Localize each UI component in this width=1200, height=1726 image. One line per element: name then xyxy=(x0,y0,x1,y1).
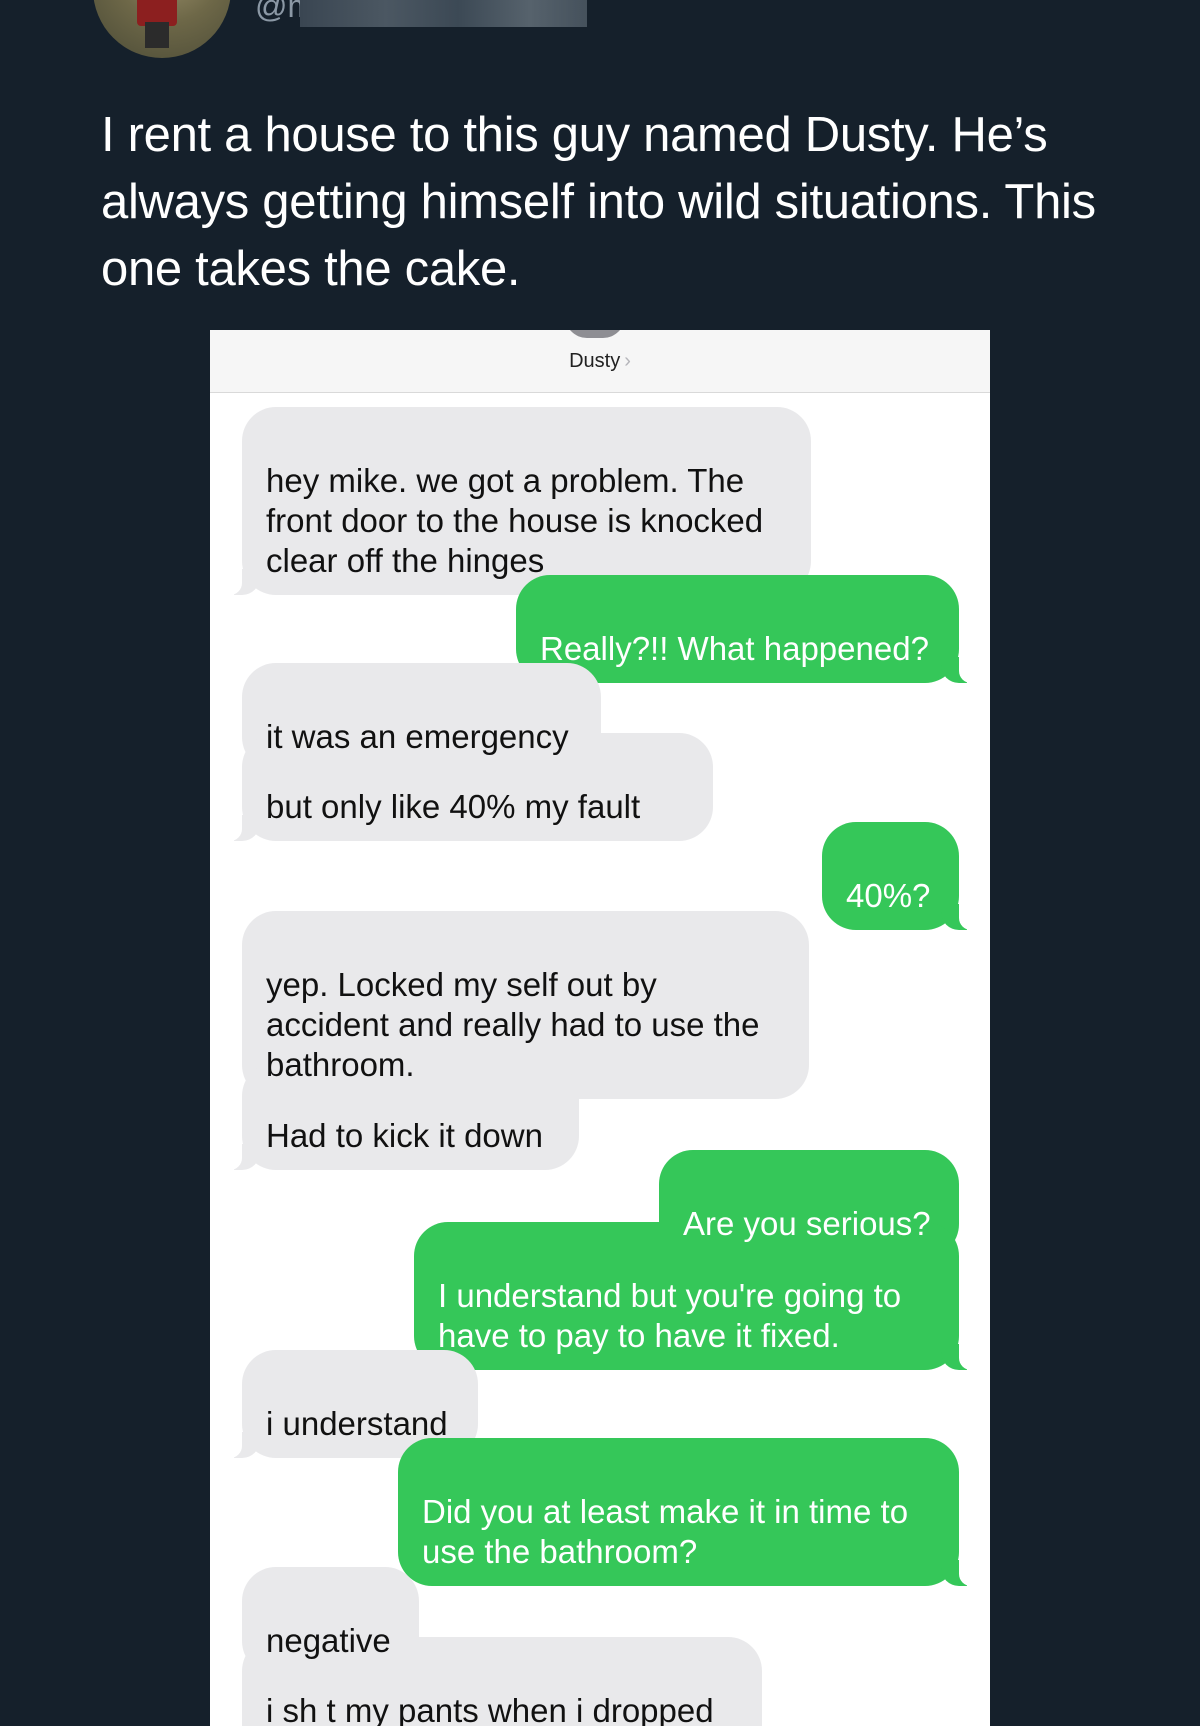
tweet-text: I rent a house to this guy named Dusty. … xyxy=(101,108,1096,296)
conversation-header: Dusty › xyxy=(210,330,990,393)
message-bubble-sent: 40%? xyxy=(822,822,977,930)
message-bubble-sent: I understand but you're going to have to… xyxy=(414,1222,977,1370)
avatar-person-legs xyxy=(145,22,169,48)
message-bubble-received: hey mike. we got a problem. The front do… xyxy=(224,407,811,595)
message-bubble-received: i understand xyxy=(224,1350,478,1458)
avatar[interactable] xyxy=(93,0,231,58)
contact-avatar xyxy=(565,330,625,338)
message-bubble-sent: Did you at least make it in time to use … xyxy=(398,1438,977,1586)
handle-redaction xyxy=(300,0,587,27)
message-screenshot: Dusty › hey mike. we got a problem. The f… xyxy=(210,330,990,1726)
contact-name-row: Dusty › xyxy=(210,348,990,374)
chevron-right-icon: › xyxy=(624,350,631,372)
message-bubble-received: it was an emergency xyxy=(242,663,601,771)
contact-name: Dusty xyxy=(569,350,621,372)
message-bubble-sent: Are you serious? xyxy=(659,1150,959,1258)
message-bubble-sent: Really?!! What happened? xyxy=(516,575,977,683)
